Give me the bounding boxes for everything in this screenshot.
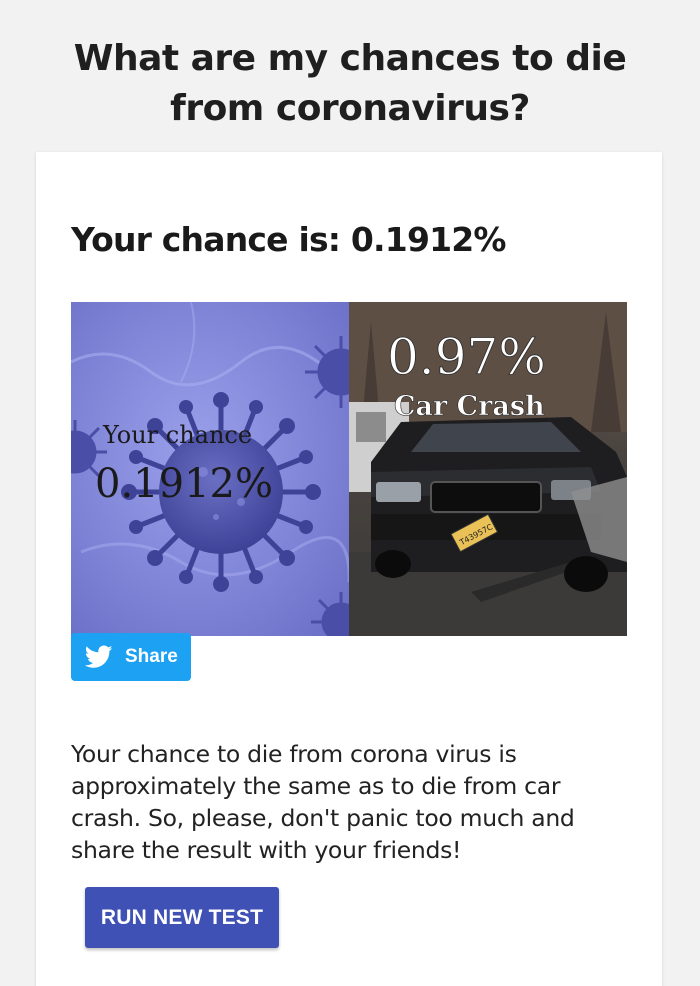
image-left-label: Your chance <box>102 421 252 449</box>
twitter-bird-icon <box>85 645 113 668</box>
page-title-line1: What are my chances to die <box>73 38 627 80</box>
result-card: Your chance is: 0.1912% Your chance 0.19… <box>36 152 662 986</box>
share-button-label: Share <box>125 646 178 667</box>
result-image: Your chance 0.1912% T43957C 0.97% Car Cr… <box>71 302 627 636</box>
result-heading: Your chance is: 0.1912% <box>71 220 507 259</box>
page: What are my chances to die from coronavi… <box>0 0 700 986</box>
image-right-label: Car Crash <box>394 391 545 422</box>
image-left-value: 0.1912% <box>95 461 273 507</box>
twitter-share-button[interactable]: Share <box>71 633 191 681</box>
run-new-test-button[interactable]: RUN NEW TEST <box>85 887 279 948</box>
page-title-line2: from coronavirus? <box>170 88 530 130</box>
page-title: What are my chances to die from coronavi… <box>0 34 700 134</box>
image-right-value: 0.97% <box>387 328 546 386</box>
result-description: Your chance to die from corona virus is … <box>71 739 575 864</box>
